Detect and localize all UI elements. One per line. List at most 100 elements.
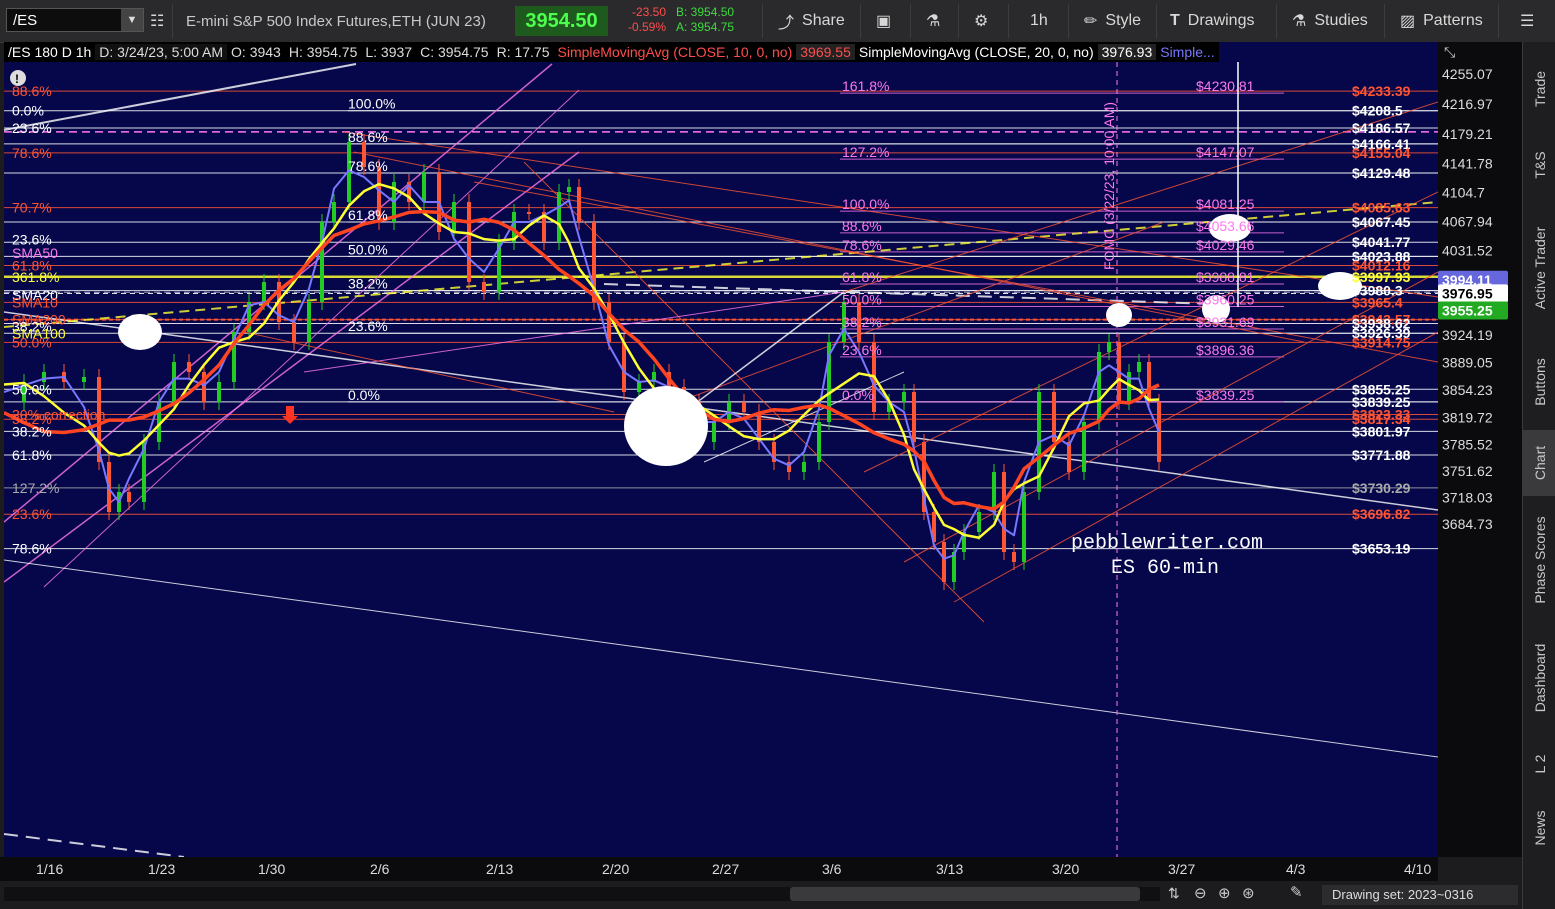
pencil-icon[interactable]: ✎ xyxy=(1290,883,1303,901)
candle-body xyxy=(307,302,311,342)
candle-body xyxy=(637,382,641,392)
date-tick-label: 4/3 xyxy=(1286,861,1306,877)
candle-body xyxy=(262,282,266,302)
fib-label: 88.6% xyxy=(348,129,388,145)
date-tick-label: 4/10 xyxy=(1404,861,1431,877)
flask-icon[interactable]: ⚗ xyxy=(926,0,940,42)
fib-left-label: 361.8% xyxy=(12,269,59,285)
patterns-button[interactable]: ▨ Patterns xyxy=(1400,0,1483,42)
menu-icon[interactable]: ☰ xyxy=(1520,0,1534,42)
sidebar-tab-chart[interactable]: Chart xyxy=(1523,430,1555,496)
fib-pink-label: 0.0% xyxy=(842,387,874,403)
info-sma10-value: 3969.55 xyxy=(796,44,855,60)
symbol-value: /ES xyxy=(13,12,38,29)
price-tick-label: 3718.03 xyxy=(1442,490,1493,506)
price-badge-label: 3976.95 xyxy=(1442,285,1493,301)
trend-line xyxy=(603,283,1215,305)
candle-body xyxy=(567,187,571,192)
sidebar-tab-dashboard[interactable]: Dashboard xyxy=(1523,624,1555,732)
info-date: D: 3/24/23, 5:00 AM xyxy=(95,44,228,60)
fib-pink-price: $3960.25 xyxy=(1196,291,1255,307)
level-label: $4186.57 xyxy=(1352,120,1411,136)
sidebar-tab-trade[interactable]: Trade xyxy=(1523,50,1555,128)
style-label: Style xyxy=(1105,12,1141,29)
chevron-down-icon[interactable]: ▼ xyxy=(121,9,143,31)
price-tick-label: 3889.05 xyxy=(1442,355,1493,371)
price-axis[interactable]: 4255.07 4216.97 4179.21 4141.78 4104.7 4067.9… xyxy=(1438,42,1522,857)
fib-pink-label: 38.2% xyxy=(842,314,882,330)
share-button[interactable]: ⤴ Share xyxy=(778,0,845,42)
drawings-button[interactable]: T Drawings xyxy=(1170,0,1254,42)
price-tick-label: 4067.94 xyxy=(1442,214,1493,230)
studies-button[interactable]: ⚗ Studies xyxy=(1292,0,1368,42)
text-tool-icon: T xyxy=(1170,12,1180,29)
level-label: $3696.82 xyxy=(1352,506,1411,522)
fib-pink-label: 161.8% xyxy=(842,78,889,94)
fib-pink-price: $4230.81 xyxy=(1196,78,1255,94)
fib-left-label: 78.6% xyxy=(12,145,52,161)
time-axis[interactable]: 1/16 1/23 1/30 2/6 2/13 2/20 2/27 3/6 3/13 3/20 3/… xyxy=(0,857,1438,881)
sma10-line xyxy=(4,182,1160,539)
sidebar-tab-active-trader[interactable]: Active Trader xyxy=(1523,202,1555,334)
fib-pink-price: $3896.36 xyxy=(1196,342,1255,358)
info-low: L: 3937 xyxy=(365,44,413,60)
watermark-site: pebblewriter.com xyxy=(1071,532,1264,555)
timeframe-label: 1h xyxy=(1030,12,1048,29)
trend-line xyxy=(243,331,615,413)
candle-body xyxy=(1067,442,1071,472)
candle-body xyxy=(817,422,821,462)
timeframe-button[interactable]: 1h xyxy=(1030,0,1048,42)
trend-line xyxy=(4,833,185,857)
sidebar-tab-label: Buttons xyxy=(1531,358,1548,406)
change-percent: -0.59% xyxy=(627,20,666,34)
sidebar-tab-news[interactable]: News xyxy=(1523,796,1555,860)
sidebar-tab-phase-scores[interactable]: Phase Scores xyxy=(1523,500,1555,620)
sidebar-tab-label: L 2 xyxy=(1531,754,1548,774)
zoom-out-icon[interactable]: ⊖ xyxy=(1194,884,1207,902)
fib-pink-price: $3988.81 xyxy=(1196,269,1255,285)
fib-left-label: 61.8% xyxy=(12,447,52,463)
candle-body xyxy=(1147,362,1151,402)
symbol-description: E-mini S&P 500 Index Futures,ETH (JUN 23… xyxy=(186,12,486,30)
trend-line xyxy=(4,63,357,131)
gear-icon[interactable]: ⚙ xyxy=(974,0,988,42)
scrollbar-thumb[interactable] xyxy=(790,887,1140,901)
sidebar-tab-l-2[interactable]: L 2 xyxy=(1523,736,1555,792)
candle-body xyxy=(622,342,626,392)
info-sma20: SimpleMovingAvg (CLOSE, 20, 0, no) xyxy=(858,44,1094,60)
level-label: $4208.5 xyxy=(1352,103,1403,119)
fib-left-label: 23.6% xyxy=(12,506,52,522)
candle-body xyxy=(1022,492,1026,562)
price-tick-label: 3785.52 xyxy=(1442,436,1493,452)
share-icon: ⤴ xyxy=(778,15,795,32)
candle-body xyxy=(1137,362,1141,372)
fib-pink-label: 50.0% xyxy=(842,291,882,307)
layout-icon[interactable]: ▣ xyxy=(876,0,891,42)
price-tick-label: 3684.73 xyxy=(1442,516,1493,532)
level-label: $4129.48 xyxy=(1352,165,1411,181)
pan-arrows-icon[interactable]: ⇅ xyxy=(1168,885,1180,902)
zoom-fit-icon[interactable]: ⊛ xyxy=(1242,884,1255,902)
price-tick-label: 3751.62 xyxy=(1442,463,1493,479)
symbol-input[interactable]: /ES ▼ xyxy=(6,8,144,32)
style-button[interactable]: ✏ Style xyxy=(1084,0,1141,42)
trend-line xyxy=(4,559,1438,758)
drawing-set-selector[interactable]: Drawing set: 2023~0316 xyxy=(1322,885,1518,905)
candle-body xyxy=(82,377,86,382)
candle-body xyxy=(912,392,916,442)
price-tick-label: 4179.21 xyxy=(1442,126,1493,142)
sidebar-tab-t-s[interactable]: T&S xyxy=(1523,132,1555,198)
bid-ask: B: 3954.50 A: 3954.75 xyxy=(676,5,748,35)
sidebar-tab-label: Dashboard xyxy=(1531,643,1548,713)
info-sma20-value: 3976.93 xyxy=(1097,44,1157,60)
fib-left-label: SMA10 xyxy=(12,294,58,310)
sidebar-tab-buttons[interactable]: Buttons xyxy=(1523,338,1555,426)
candle-body xyxy=(1012,552,1016,562)
settings-icon[interactable]: ☷ xyxy=(150,0,164,42)
fib-left-label: 0.0% xyxy=(12,103,44,119)
collapse-icon[interactable]: ⤡ xyxy=(1444,44,1455,61)
info-close: C: 3954.75 xyxy=(420,44,489,60)
zoom-in-icon[interactable]: ⊕ xyxy=(1218,884,1231,902)
candle-body xyxy=(742,402,746,412)
chart-area[interactable]: ! $4233.39 $4208.5 $4186.57 $4166.41 $4155.0… xyxy=(4,42,1438,857)
